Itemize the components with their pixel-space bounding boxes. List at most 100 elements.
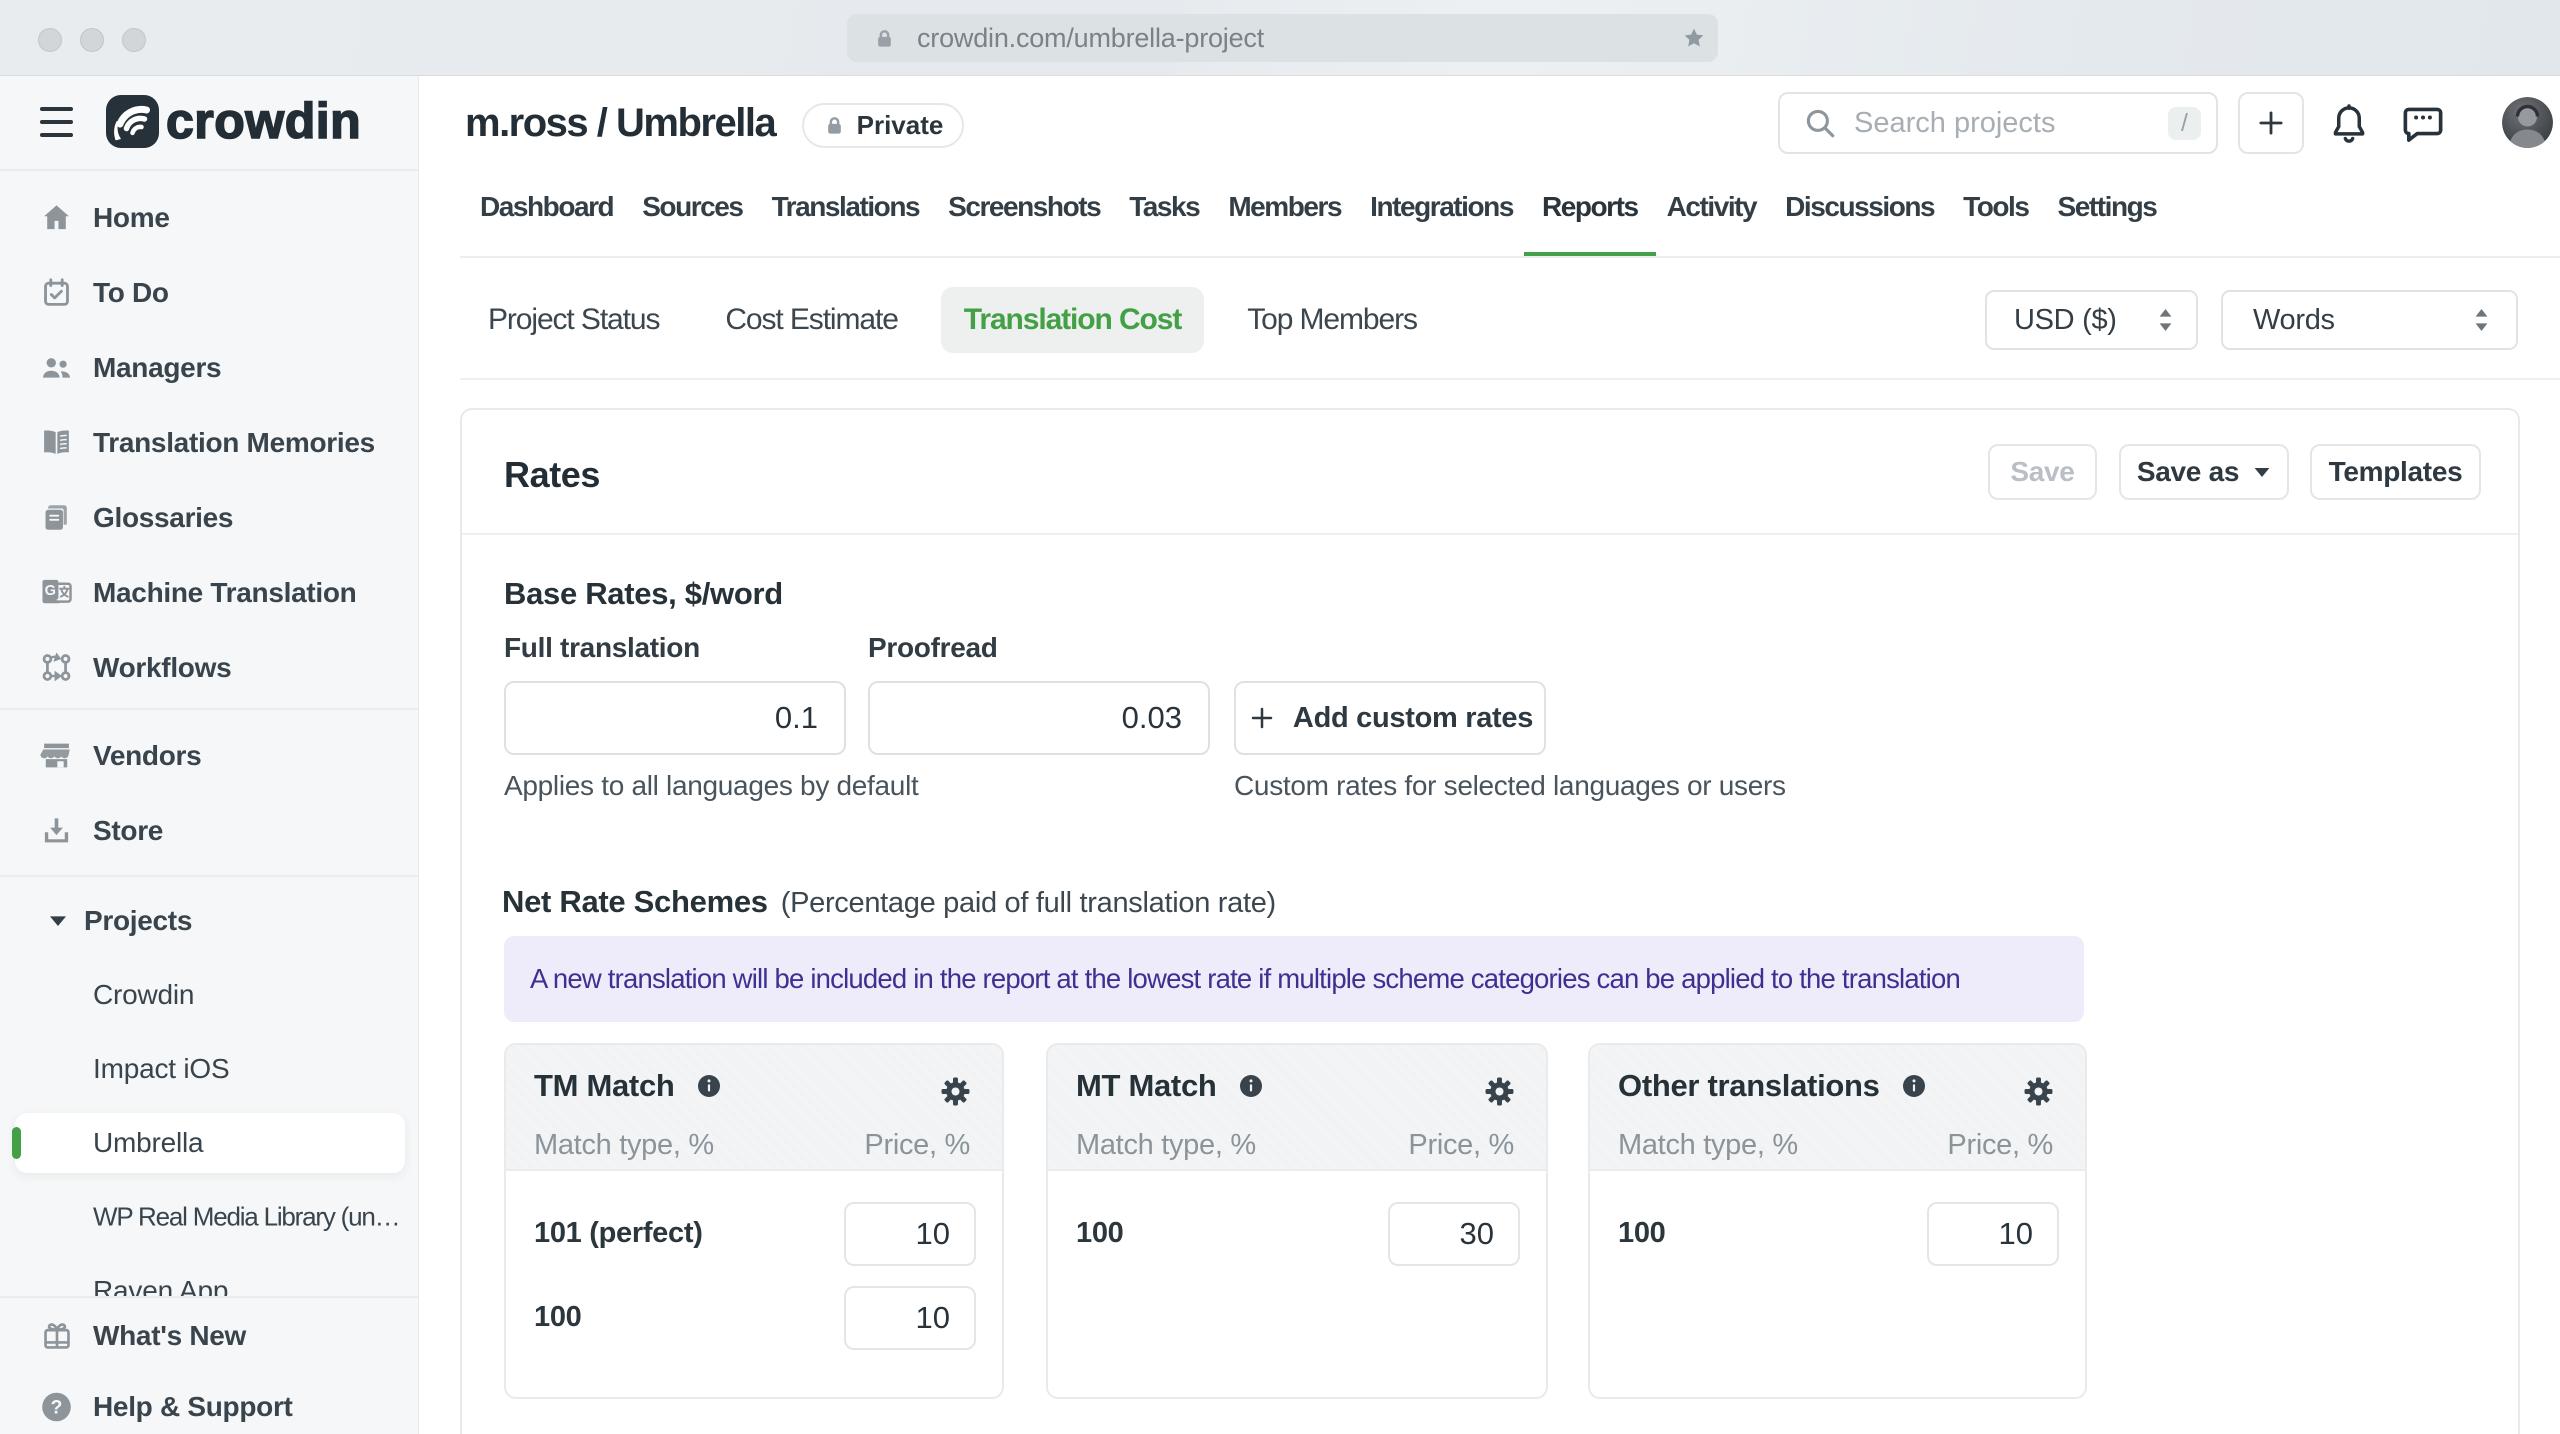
search-input[interactable] <box>1854 106 2134 140</box>
match-type-label: 100 <box>534 1301 582 1333</box>
price-input[interactable] <box>844 1202 976 1266</box>
main-content: m.ross / Umbrella Private / <box>419 76 2560 1434</box>
tab-dashboard[interactable]: Dashboard <box>480 179 615 235</box>
search-box: / <box>1778 92 2218 154</box>
sidebar-item-help-support[interactable]: ? Help & Support <box>0 1369 418 1434</box>
sidebar-divider <box>0 875 418 877</box>
currency-select[interactable]: USD ($) <box>1985 290 2198 350</box>
sidebar-item-glossaries[interactable]: Glossaries <box>0 480 418 555</box>
info-icon[interactable] <box>1239 1074 1263 1098</box>
tab-screenshots[interactable]: Screenshots <box>948 179 1102 235</box>
scheme-title: TM Match <box>534 1068 675 1103</box>
plus-icon <box>1251 707 1273 729</box>
tab-discussions[interactable]: Discussions <box>1785 179 1935 235</box>
save-as-button[interactable]: Save as <box>2119 444 2289 500</box>
help-question-icon: ? <box>40 1390 73 1423</box>
sidebar-item-vendors[interactable]: Vendors <box>0 718 418 793</box>
search-icon <box>1806 109 1835 138</box>
browser-chrome: crowdin.com/umbrella-project <box>0 0 2560 76</box>
project-item-raven-app[interactable]: Raven App <box>0 1254 418 1296</box>
sidebar-item-whats-new[interactable]: What's New <box>0 1298 418 1373</box>
tab-settings[interactable]: Settings <box>2058 179 2158 235</box>
match-type-label: 100 <box>1076 1217 1124 1249</box>
menu-toggle-button[interactable] <box>40 107 73 137</box>
rates-title: Rates <box>504 454 601 495</box>
sidebar-item-machine-translation[interactable]: G Machine Translation <box>0 555 418 630</box>
select-arrows-icon <box>2159 309 2172 331</box>
bookmark-star-icon[interactable] <box>1683 27 1705 49</box>
svg-text:?: ? <box>51 1397 63 1418</box>
rates-card: Rates Save Save as Templates Base Rates,… <box>460 408 2520 1434</box>
tab-sources[interactable]: Sources <box>642 179 744 235</box>
select-arrows-icon <box>2475 309 2488 331</box>
subtab-project-status[interactable]: Project Status <box>488 287 660 353</box>
info-icon[interactable] <box>697 1074 721 1098</box>
sidebar-item-translation-memories[interactable]: Translation Memories <box>0 405 418 480</box>
gear-icon[interactable] <box>940 1076 971 1107</box>
notifications-button[interactable] <box>2327 101 2371 152</box>
full-translation-label: Full translation <box>504 632 700 663</box>
store-download-icon <box>40 814 73 847</box>
create-project-button[interactable] <box>2238 92 2304 154</box>
tab-reports[interactable]: Reports <box>1524 179 1656 258</box>
messages-button[interactable] <box>2400 101 2446 152</box>
vendors-storefront-icon <box>40 739 73 772</box>
subtab-cost-estimate[interactable]: Cost Estimate <box>725 287 899 353</box>
add-custom-rates-button[interactable]: Add custom rates <box>1234 681 1546 755</box>
subtab-translation-cost[interactable]: Translation Cost <box>940 287 1205 353</box>
privacy-badge: Private <box>802 103 964 148</box>
gear-icon[interactable] <box>1484 1076 1515 1107</box>
full-translation-input[interactable] <box>504 681 846 755</box>
full-translation-hint: Applies to all languages by default <box>504 770 919 801</box>
project-item-crowdin[interactable]: Crowdin <box>0 958 418 1032</box>
user-avatar[interactable] <box>2502 97 2553 148</box>
address-bar[interactable]: crowdin.com/umbrella-project <box>847 14 1718 62</box>
card-divider <box>462 533 2518 535</box>
tab-integrations[interactable]: Integrations <box>1370 179 1514 235</box>
column-price: Price, % <box>1947 1129 2053 1161</box>
project-tabs: Dashboard Sources Translations Screensho… <box>480 179 2158 258</box>
page-title: m.ross / Umbrella <box>465 101 777 145</box>
sidebar: crowdin Home To Do Managers Translation … <box>0 76 419 1434</box>
info-icon[interactable] <box>1902 1074 1926 1098</box>
app-window: crowdin.com/umbrella-project crowdin Hom… <box>0 0 2560 1434</box>
bell-icon <box>2333 104 2365 143</box>
lock-icon <box>878 29 891 47</box>
active-project-highlight <box>15 1113 405 1173</box>
save-button[interactable]: Save <box>1988 444 2097 500</box>
sidebar-item-todo[interactable]: To Do <box>0 255 418 330</box>
scheme-title: MT Match <box>1076 1068 1217 1103</box>
translation-memories-book-icon <box>40 426 73 459</box>
window-zoom-button[interactable] <box>122 28 146 52</box>
scheme-header: MT Match Match type, % Price, % <box>1048 1045 1546 1171</box>
crowdin-logo-icon[interactable] <box>106 95 159 148</box>
subtab-top-members[interactable]: Top Members <box>1247 287 1418 353</box>
proofread-input[interactable] <box>868 681 1210 755</box>
lock-icon <box>827 117 841 134</box>
window-close-button[interactable] <box>38 28 62 52</box>
project-item-impact-ios[interactable]: Impact iOS <box>0 1032 418 1106</box>
price-input[interactable] <box>1927 1202 2059 1266</box>
project-item-umbrella[interactable]: Umbrella <box>0 1106 418 1180</box>
window-minimize-button[interactable] <box>80 28 104 52</box>
templates-button[interactable]: Templates <box>2310 444 2481 500</box>
custom-rates-hint: Custom rates for selected languages or u… <box>1234 770 1786 801</box>
todo-calendar-icon <box>40 276 73 309</box>
sidebar-item-managers[interactable]: Managers <box>0 330 418 405</box>
price-input[interactable] <box>844 1286 976 1350</box>
chevron-down-icon <box>2254 467 2270 477</box>
crowdin-wordmark[interactable]: crowdin <box>165 92 361 150</box>
tab-members[interactable]: Members <box>1228 179 1342 235</box>
project-item-wp-real-media-library[interactable]: WP Real Media Library (un… <box>0 1180 418 1254</box>
sidebar-item-store[interactable]: Store <box>0 793 418 868</box>
tab-translations[interactable]: Translations <box>772 179 921 235</box>
sidebar-item-home[interactable]: Home <box>0 180 418 255</box>
sidebar-item-workflows[interactable]: Workflows <box>0 630 418 705</box>
gear-icon[interactable] <box>2023 1076 2054 1107</box>
price-input[interactable] <box>1388 1202 1520 1266</box>
tab-tools[interactable]: Tools <box>1963 179 2030 235</box>
unit-select[interactable]: Words <box>2221 290 2518 350</box>
tab-tasks[interactable]: Tasks <box>1129 179 1201 235</box>
base-rates-heading: Base Rates, $/word <box>504 576 783 611</box>
tab-activity[interactable]: Activity <box>1667 179 1758 235</box>
